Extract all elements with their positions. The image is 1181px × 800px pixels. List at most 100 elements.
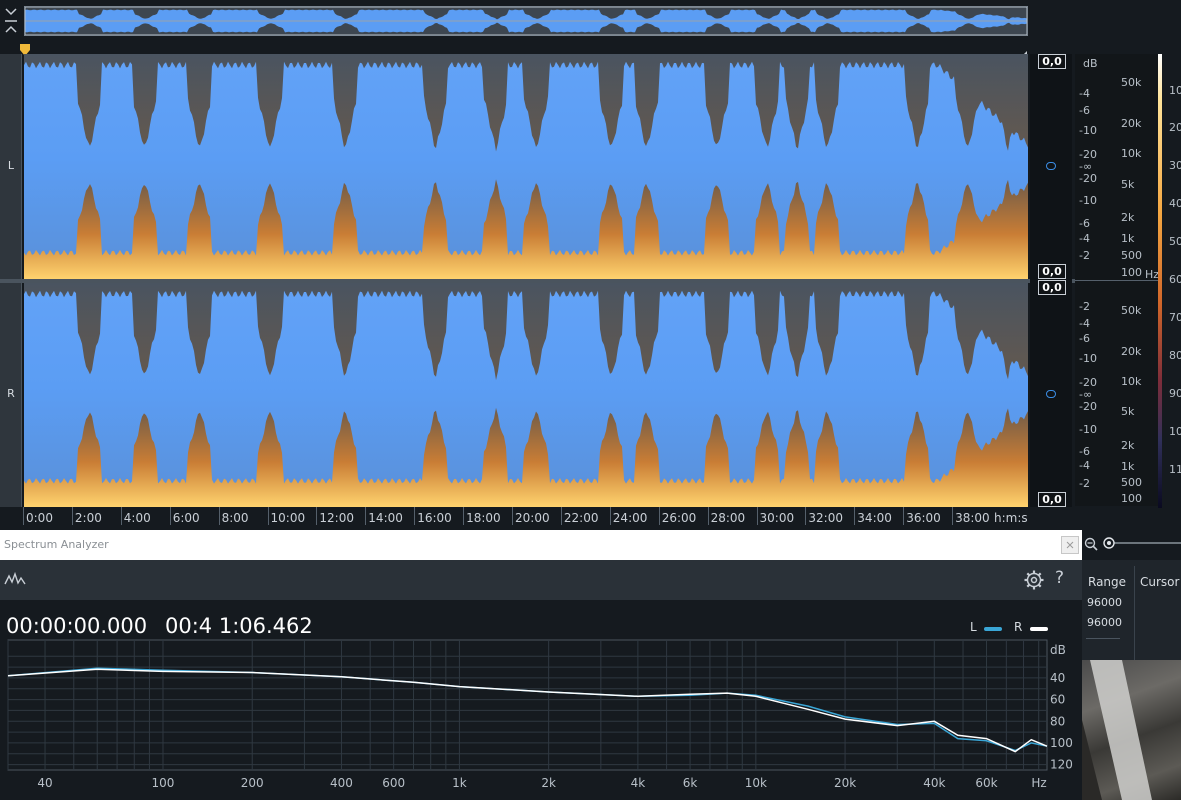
legend-l-swatch: [984, 627, 1002, 631]
y-tick-label: 40: [1050, 671, 1065, 685]
time-tick-label: 2:00: [74, 511, 102, 525]
db-unit-label: dB: [1083, 57, 1098, 70]
colorbar-tick: 80: [1169, 349, 1181, 362]
y-tick-label: 120: [1050, 758, 1073, 772]
settings-button[interactable]: [1023, 569, 1045, 595]
colorbar-tick: 30: [1169, 159, 1181, 172]
meter-r-top-value[interactable]: 0,0: [1038, 280, 1066, 295]
collapse-overview-button[interactable]: [2, 6, 20, 38]
background-photo: [1082, 660, 1181, 800]
cursor-header: Cursor: [1140, 575, 1180, 589]
spectrum-mode-button[interactable]: [4, 570, 26, 592]
time-ruler[interactable]: 0:00 2:00 4:00 6:00 8:00 10:00 12:00 14:00 16:00…: [23, 507, 1032, 529]
colorbar-tick: 70: [1169, 311, 1181, 324]
db-tick: -20: [1079, 400, 1097, 413]
colorbar-tick: 40: [1169, 197, 1181, 210]
freq-tick: 1k: [1121, 460, 1135, 473]
range-value: 96000: [1087, 616, 1122, 629]
time-tick-label: 12:00: [319, 511, 354, 525]
x-tick-label: 200: [241, 776, 264, 790]
spectrum-analyzer-titlebar[interactable]: Spectrum Analyzer: [0, 530, 1082, 560]
y-tick-label: 80: [1050, 714, 1065, 728]
spectrum-chart[interactable]: 40 100 200 400 600 1k 2k 4k 6k 10k 20k 40k 60k Hz dB 40…: [0, 636, 1082, 800]
spectrum-analyzer-title: Spectrum Analyzer: [4, 538, 109, 551]
time-tick-mark: [805, 507, 807, 525]
time-tick-mark: [120, 507, 122, 525]
meter-l-bottom-value[interactable]: 0,0: [1038, 264, 1066, 279]
channel-l-spectrogram[interactable]: [24, 54, 1028, 279]
freq-tick: 50k: [1121, 304, 1142, 317]
db-tick: -2: [1079, 300, 1090, 313]
time-tick-label: 18:00: [466, 511, 501, 525]
channel-l-header[interactable]: L: [0, 54, 22, 279]
freq-tick: 500: [1121, 249, 1142, 262]
close-icon: [1066, 541, 1074, 549]
freq-tick: 100: [1121, 492, 1142, 505]
gear-icon: [1024, 570, 1044, 590]
time-tick-label: 20:00: [515, 511, 550, 525]
colorbar-tick: 90: [1169, 387, 1181, 400]
time-tick-mark: [854, 507, 856, 525]
analysis-end-time: 00:4 1:06.462: [165, 614, 313, 638]
db-tick: -20: [1079, 172, 1097, 185]
freq-tick: 2k: [1121, 211, 1135, 224]
time-tick-label: 16:00: [417, 511, 452, 525]
freq-tick: 10k: [1121, 375, 1142, 388]
freq-tick: 5k: [1121, 178, 1135, 191]
x-tick-label: 20k: [834, 776, 856, 790]
time-tick-label: 0:00: [26, 511, 53, 525]
time-tick-label: 38:00: [955, 511, 990, 525]
colorbar-tick: 11: [1169, 463, 1181, 476]
time-tick-label: 6:00: [172, 511, 200, 525]
overview-wave-svg: [24, 6, 1028, 36]
db-tick: -6: [1079, 445, 1090, 458]
colorbar: [1158, 54, 1162, 508]
freq-tick: 50k: [1121, 76, 1142, 89]
time-tick-mark: [952, 507, 954, 525]
channel-r-header[interactable]: R: [0, 283, 22, 507]
meter-r-gain-knob[interactable]: [1046, 390, 1056, 398]
time-tick-mark: [169, 507, 171, 525]
x-tick-label: 10k: [745, 776, 767, 790]
time-tick-label: 22:00: [563, 511, 599, 525]
time-tick-label: 30:00: [759, 511, 795, 525]
channel-r-spectrogram[interactable]: [24, 283, 1028, 507]
meter-l-top-value[interactable]: 0,0: [1038, 54, 1066, 69]
time-tick-label: 26:00: [661, 511, 697, 525]
db-tick: -4: [1079, 459, 1090, 472]
overview-waveform[interactable]: [24, 6, 1028, 36]
analysis-start-time: 00:00:00.000: [6, 614, 148, 638]
time-tick-label: 10:00: [270, 511, 306, 525]
colorbar-tick: 50: [1169, 235, 1181, 248]
db-tick: -2: [1079, 249, 1090, 262]
meter-l-gain-knob[interactable]: [1046, 162, 1056, 170]
time-tick-mark: [267, 507, 269, 525]
x-unit-label: Hz: [1031, 776, 1046, 790]
time-tick-mark: [463, 507, 465, 525]
time-tick-mark: [609, 507, 611, 525]
legend-r-label: R: [1014, 620, 1023, 634]
time-tick-label: 28:00: [710, 511, 746, 525]
properties-panel: Range Cursor 96000 96000: [1082, 560, 1181, 660]
colorbar-tick: 10: [1169, 84, 1181, 97]
time-tick-mark: [71, 507, 73, 525]
x-tick-label: 60k: [975, 776, 997, 790]
chart-plot-area: [7, 639, 1048, 771]
end-marker-icon[interactable]: [1019, 44, 1027, 59]
freq-tick: 10k: [1121, 147, 1142, 160]
time-tick-mark: [658, 507, 660, 525]
spectrum-analyzer-toolbar: ?: [0, 560, 1082, 600]
freq-tick: 1k: [1121, 232, 1135, 245]
db-tick: -4: [1079, 317, 1090, 330]
zoom-slider[interactable]: [1082, 534, 1181, 554]
meter-r-bottom-value[interactable]: 0,0: [1038, 492, 1066, 507]
time-tick-label: 24:00: [612, 511, 648, 525]
time-tick-mark: [218, 507, 220, 525]
legend-l-label: L: [970, 620, 977, 634]
freq-tick: 5k: [1121, 405, 1135, 418]
time-tick-label: 34:00: [857, 511, 892, 525]
amplitude-frequency-scale[interactable]: dB -4 -6 -10 -20 -∞ -20 -10 -6 -4 -2 50k…: [1075, 54, 1161, 506]
close-button[interactable]: [1061, 536, 1079, 554]
help-icon[interactable]: ?: [1055, 568, 1064, 588]
marker-row: [0, 40, 1075, 54]
